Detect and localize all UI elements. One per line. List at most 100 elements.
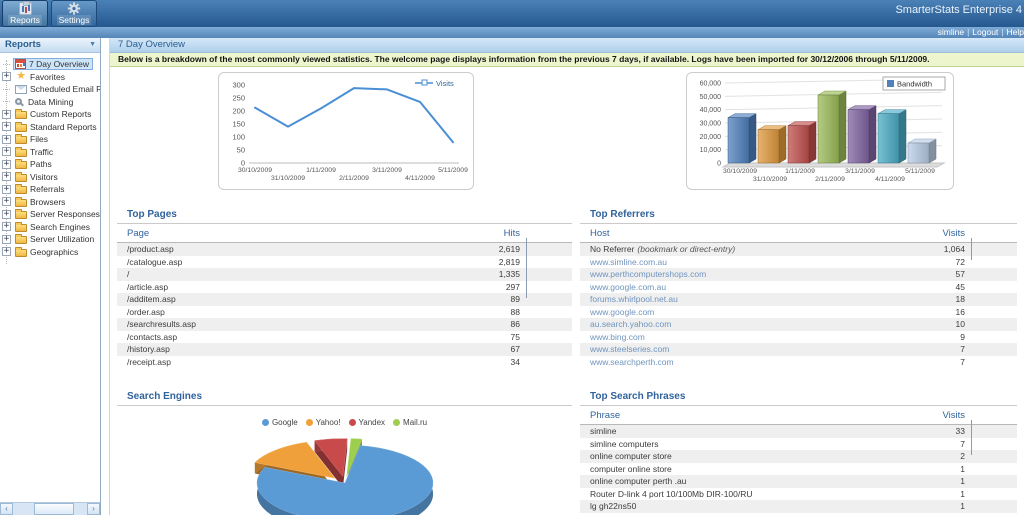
sidebar-item-paths[interactable]: + Paths [0, 158, 100, 171]
expand-plus-icon[interactable]: + [2, 172, 11, 181]
tree-item-body: Server Responses [13, 208, 100, 220]
column-header: Phrase [590, 410, 915, 421]
legend-label: Google [272, 418, 298, 427]
svg-text:30/10/2009: 30/10/2009 [238, 167, 272, 174]
logout-link[interactable]: Logout [972, 27, 998, 37]
expand-plus-icon[interactable]: + [2, 147, 11, 156]
sidebar-item-label: Favorites [30, 72, 65, 82]
sidebar-item-referrals[interactable]: +Referrals [0, 183, 100, 196]
row-link[interactable]: www.simline.com.au [590, 257, 915, 267]
row-link[interactable]: au.search.yahoo.com [590, 319, 915, 329]
legend-dot-icon [262, 419, 269, 426]
row-bar-cell [965, 434, 1017, 454]
sidebar-item-favorites[interactable]: + Favorites [0, 71, 100, 84]
table-row: www.simline.com.au72 [580, 256, 1017, 269]
row-value: 34 [470, 357, 520, 367]
row-link[interactable]: www.steelseries.com [590, 344, 915, 354]
folder-icon [15, 149, 27, 157]
folder-icon [15, 136, 27, 144]
scroll-right-arrow-icon[interactable]: › [87, 503, 100, 515]
search-engines-section: Search Engines GoogleYahoo!YandexMail.ru [117, 388, 572, 515]
sidebar-item-files[interactable]: +Files [0, 133, 100, 146]
sidebar-item-data-mining[interactable]: Data Mining [0, 96, 100, 109]
username-link[interactable]: simline [938, 27, 964, 37]
expand-plus-icon[interactable]: + [2, 247, 11, 256]
app-title: SmarterStats Enterprise 4 [895, 4, 1022, 16]
svg-text:2/11/2009: 2/11/2009 [339, 175, 369, 182]
row-label: online computer perth .au [590, 476, 915, 486]
help-link[interactable]: Help [1007, 27, 1024, 37]
expand-plus-icon[interactable]: + [2, 160, 11, 169]
table-row: www.searchperth.com7 [580, 356, 1017, 369]
bandwidth-bar-chart: 010,00020,00030,00040,00050,00060,00030/… [687, 73, 953, 189]
top-search-phrases-section: Top Search Phrases Phrase Visits simline… [580, 388, 1017, 513]
expand-plus-icon[interactable]: + [2, 222, 11, 231]
sidebar-item-server-utilization[interactable]: + Server Utilization [0, 233, 100, 246]
sidebar-header-label: Reports [5, 38, 41, 52]
row-value: 2,819 [470, 257, 520, 267]
sidebar-header[interactable]: Reports ▼ [0, 38, 100, 53]
scrollbar-track[interactable] [13, 503, 87, 515]
sidebar-item-traffic[interactable]: +Traffic [0, 146, 100, 159]
row-bar-cell [965, 239, 1017, 259]
expand-plus-icon[interactable]: + [2, 197, 11, 206]
sidebar-splitter[interactable] [102, 38, 110, 515]
sidebar-horizontal-scrollbar[interactable]: ‹ › [0, 502, 100, 515]
row-value: 1,064 [915, 244, 965, 254]
sidebar-item-label: Geographics [30, 247, 78, 257]
sidebar-item-label: Server Utilization [30, 234, 94, 244]
expand-plus-icon[interactable]: + [2, 185, 11, 194]
row-link[interactable]: forums.whirlpool.net.au [590, 294, 915, 304]
sidebar-item-scheduled-email-reports[interactable]: Scheduled Email Reports [0, 83, 100, 96]
email-report-icon [15, 85, 27, 94]
svg-text:31/10/2009: 31/10/2009 [753, 176, 787, 183]
tree-branch-line [2, 85, 11, 94]
expand-plus-icon[interactable]: + [2, 110, 11, 119]
scrollbar-thumb[interactable] [34, 503, 74, 515]
top-referrers-section: Top Referrers Host Visits No Referrer(bo… [580, 206, 1017, 368]
table-row: online computer perth .au1 [580, 475, 1017, 488]
sidebar-item-custom-reports[interactable]: +Custom Reports [0, 108, 100, 121]
sidebar: Reports ▼ 7 Day Overview+FavoritesSchedu… [0, 38, 101, 515]
sidebar-item-label: Scheduled Email Reports [30, 84, 100, 94]
row-value: 2 [915, 451, 965, 461]
sidebar-item-standard-reports[interactable]: +Standard Reports [0, 121, 100, 134]
sidebar-item-visitors[interactable]: +Visitors [0, 171, 100, 184]
table-row: www.google.com.au45 [580, 281, 1017, 294]
sidebar-tree: 7 Day Overview+FavoritesScheduled Email … [0, 54, 100, 501]
sidebar-item-server-responses[interactable]: +Server Responses [0, 208, 100, 221]
row-value: 10 [915, 319, 965, 329]
sidebar-item-search-engines[interactable]: +Search Engines [0, 221, 100, 234]
row-value: 86 [470, 319, 520, 329]
svg-text:2/11/2009: 2/11/2009 [815, 176, 845, 183]
expand-plus-icon[interactable]: + [2, 235, 11, 244]
tab-reports[interactable]: Reports [2, 0, 48, 27]
row-link[interactable]: www.bing.com [590, 332, 915, 342]
row-link[interactable]: www.google.com [590, 307, 915, 317]
top-pages-section: Top Pages Page Hits /product.asp2,619/ca… [117, 206, 572, 368]
expand-plus-icon[interactable]: + [2, 135, 11, 144]
row-label: /history.asp [127, 344, 470, 354]
tab-settings[interactable]: Settings [51, 0, 97, 27]
reports-clipboard-icon [19, 2, 32, 15]
row-link[interactable]: www.searchperth.com [590, 357, 915, 367]
sidebar-item-geographics[interactable]: + Geographics [0, 246, 100, 259]
expand-plus-icon[interactable]: + [2, 210, 11, 219]
legend-dot-icon [306, 419, 313, 426]
expand-plus-icon[interactable]: + [2, 122, 11, 131]
table-row: /contacts.asp75 [117, 331, 572, 344]
row-value: 45 [915, 282, 965, 292]
sidebar-item-7-day-overview[interactable]: 7 Day Overview [0, 58, 100, 71]
sidebar-item-label: Paths [30, 159, 52, 169]
expand-plus-icon[interactable]: + [2, 72, 11, 81]
svg-text:150: 150 [232, 120, 245, 129]
svg-text:20,000: 20,000 [700, 134, 722, 141]
row-link[interactable]: www.google.com.au [590, 282, 915, 292]
sidebar-item-browsers[interactable]: +Browsers [0, 196, 100, 209]
search-engines-pie-chart [195, 431, 495, 515]
folder-icon [15, 111, 27, 119]
scroll-left-arrow-icon[interactable]: ‹ [0, 503, 13, 515]
legend-dot-icon [393, 419, 400, 426]
tree-branch-line [2, 60, 11, 69]
row-link[interactable]: www.perthcomputershops.com [590, 269, 915, 279]
